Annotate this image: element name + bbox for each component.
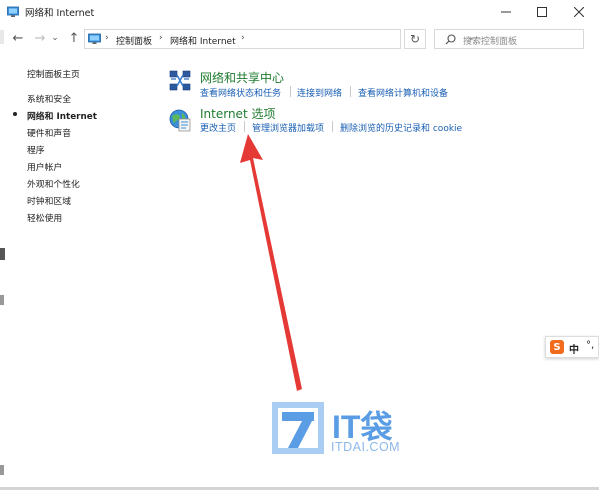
ime-toolbar[interactable]: S 中 °, bbox=[545, 336, 599, 358]
watermark-domain: ITDAI.COM bbox=[331, 440, 401, 454]
sogou-logo-icon: S bbox=[550, 340, 564, 354]
itdai-logo-icon bbox=[272, 402, 324, 454]
ime-punctuation[interactable]: °, bbox=[586, 340, 594, 351]
ime-mode[interactable]: 中 bbox=[569, 341, 579, 356]
control-panel-window: 网络和 Internet ← → ⌄ ↑ › 控制面板 › 网络和 Intern… bbox=[0, 0, 599, 490]
